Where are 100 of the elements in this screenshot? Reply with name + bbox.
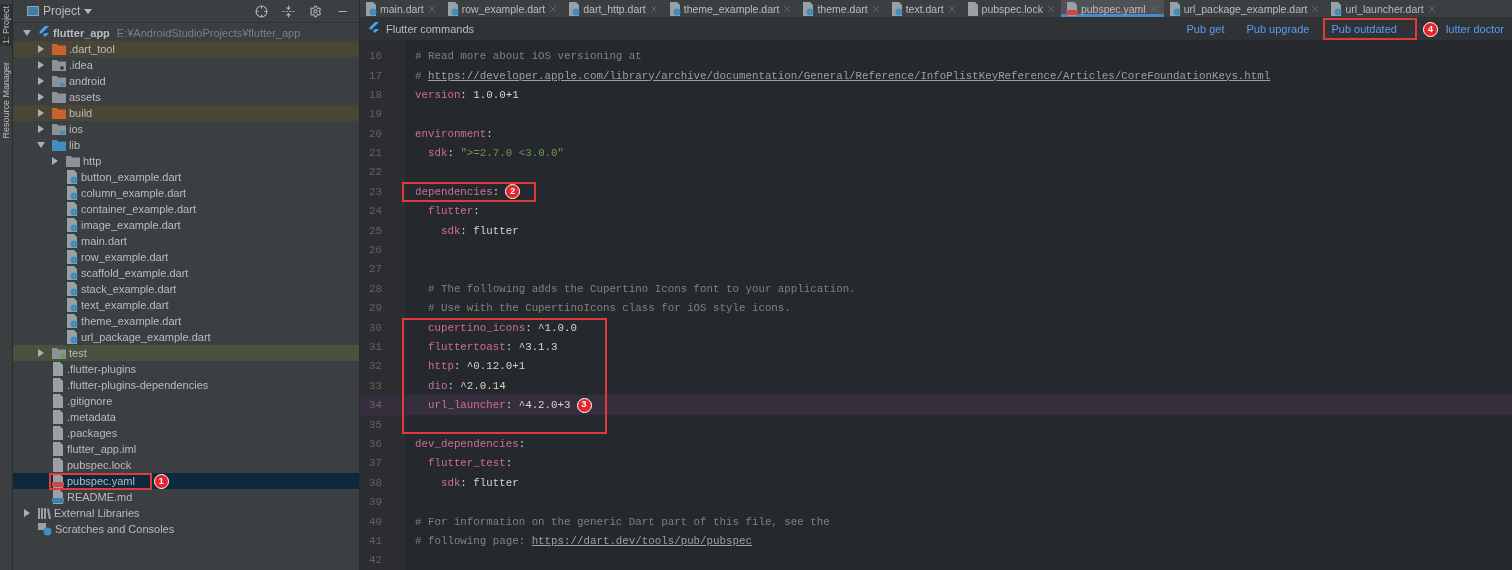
tree-item[interactable]: .gitignore bbox=[13, 393, 359, 409]
tree-item[interactable]: .packages bbox=[13, 425, 359, 441]
code-line: environment: bbox=[415, 127, 493, 140]
editor-tab[interactable]: theme_example.dart bbox=[663, 0, 798, 18]
editor-tab[interactable]: url_launcher.dart bbox=[1325, 0, 1442, 18]
dart-file-icon bbox=[66, 170, 78, 184]
callout-badge: 1 bbox=[153, 473, 169, 489]
file-icon bbox=[52, 410, 64, 424]
tree-item[interactable]: build bbox=[13, 105, 359, 121]
file-icon bbox=[52, 378, 64, 392]
folder-icon bbox=[52, 347, 66, 359]
tree-item[interactable]: .flutter-plugins bbox=[13, 361, 359, 377]
folder-icon bbox=[52, 107, 66, 119]
dropdown-caret-icon bbox=[84, 8, 93, 14]
editor-tab[interactable]: url_package_example.dart bbox=[1163, 0, 1326, 18]
command-link[interactable]: Pub outdated bbox=[1323, 18, 1417, 41]
tree-item[interactable]: lib bbox=[13, 137, 359, 153]
tree-item[interactable]: image_example.dart bbox=[13, 217, 359, 233]
dart-file-icon bbox=[890, 1, 903, 16]
tool-window-tab[interactable]: 1: Project bbox=[0, 4, 12, 47]
folder-icon bbox=[52, 91, 66, 103]
expand-arrow-icon[interactable] bbox=[23, 509, 31, 517]
callout-badge: 4 bbox=[1422, 21, 1438, 37]
tree-item[interactable]: test bbox=[13, 345, 359, 361]
tree-item[interactable]: .flutter-plugins-dependencies bbox=[13, 377, 359, 393]
window-icon bbox=[27, 6, 39, 16]
editor-tab[interactable]: row_example.dart bbox=[441, 0, 564, 18]
dart-file-icon bbox=[802, 1, 815, 16]
command-link[interactable]: Pub upgrade bbox=[1238, 18, 1318, 41]
code-line: # Read more about iOS versioning at bbox=[415, 50, 642, 63]
tree-item[interactable]: ios bbox=[13, 121, 359, 137]
code-line: dio: ^2.0.14 bbox=[426, 379, 506, 392]
expand-arrow-icon[interactable] bbox=[51, 157, 59, 165]
tree-item[interactable]: assets bbox=[13, 89, 359, 105]
collapse-arrow-icon[interactable] bbox=[37, 141, 45, 149]
tree-item[interactable]: .metadata bbox=[13, 409, 359, 425]
tree-item[interactable]: Scratches and Consoles bbox=[13, 521, 359, 537]
tree-item[interactable]: main.dart bbox=[13, 233, 359, 249]
tree-item[interactable]: flutter_app.iml bbox=[13, 441, 359, 457]
dart-file-icon bbox=[1168, 1, 1181, 16]
editor-tab[interactable]: pubspec.lock bbox=[961, 0, 1061, 18]
dart-file-icon bbox=[66, 282, 78, 296]
tree-item[interactable]: flutter_app E:¥AndroidStudioProjects¥flutter_app bbox=[13, 25, 359, 41]
dart-file-icon bbox=[365, 1, 377, 16]
folder-icon bbox=[52, 59, 66, 71]
tree-item[interactable]: android bbox=[13, 73, 359, 89]
folder-icon bbox=[52, 139, 66, 151]
file-icon bbox=[52, 426, 64, 440]
tree-item[interactable]: theme_example.dart bbox=[13, 313, 359, 329]
file-icon bbox=[52, 458, 64, 472]
dart-file-icon bbox=[66, 250, 78, 264]
tree-item[interactable]: README.md bbox=[13, 489, 359, 505]
collapse-arrow-icon[interactable] bbox=[23, 29, 31, 37]
tool-window-tab[interactable]: Resource Manager bbox=[0, 60, 12, 141]
tree-item[interactable]: button_example.dart bbox=[13, 169, 359, 185]
tree-item[interactable]: scaffold_example.dart bbox=[13, 265, 359, 281]
tree-item[interactable]: url_package_example.dart bbox=[13, 329, 359, 345]
callout-badge: 3 bbox=[576, 397, 592, 413]
view-selector[interactable]: Project bbox=[27, 4, 93, 18]
command-link[interactable]: Pub get bbox=[1178, 18, 1233, 41]
tree-item[interactable]: container_example.dart bbox=[13, 201, 359, 217]
dart-file-icon bbox=[66, 202, 78, 216]
dart-file-icon bbox=[446, 1, 459, 16]
code-line: flutter_test: bbox=[426, 457, 513, 470]
file-icon bbox=[52, 394, 64, 408]
markdown-file-icon bbox=[52, 490, 64, 504]
dart-file-icon bbox=[66, 330, 78, 344]
yaml-file-icon bbox=[52, 474, 64, 488]
code-line: # Use with the CupertinoIcons class for iOS style icons. bbox=[426, 302, 791, 315]
tree-item[interactable]: pubspec.yaml 1 bbox=[13, 473, 359, 489]
dart-file-icon bbox=[668, 1, 681, 16]
project-path: E:¥AndroidStudioProjects¥flutter_app bbox=[116, 27, 301, 39]
scratches-icon bbox=[38, 522, 52, 536]
file-icon bbox=[966, 1, 979, 16]
dart-file-icon bbox=[568, 1, 581, 16]
tree-item[interactable]: text_example.dart bbox=[13, 297, 359, 313]
editor-tab[interactable]: pubspec.yaml bbox=[1060, 0, 1164, 18]
expand-arrow-icon[interactable] bbox=[37, 349, 45, 357]
tree-item[interactable]: .idea bbox=[13, 57, 359, 73]
tree-item[interactable]: pubspec.lock bbox=[13, 457, 359, 473]
tree-item[interactable]: .dart_tool bbox=[13, 41, 359, 57]
editor-tab[interactable]: dart_http.dart bbox=[563, 0, 664, 18]
tree-item[interactable]: stack_example.dart bbox=[13, 281, 359, 297]
command-link[interactable]: lutter doctor bbox=[1437, 18, 1512, 41]
dart-file-icon bbox=[66, 298, 78, 312]
dart-file-icon bbox=[66, 186, 78, 200]
dart-file-icon bbox=[66, 218, 78, 232]
code-line: # following page: https://dart.dev/tools/pub/pubspec bbox=[415, 534, 752, 547]
tree-item[interactable]: http bbox=[13, 153, 359, 169]
code-line: dependencies: bbox=[415, 185, 500, 198]
code-line: version: 1.0.0+1 bbox=[415, 88, 519, 101]
editor-tab[interactable]: text.dart bbox=[885, 0, 962, 18]
tree-item[interactable]: row_example.dart bbox=[13, 249, 359, 265]
code-line: url_launcher: ^4.2.0+3 bbox=[426, 399, 571, 412]
tree-item[interactable]: column_example.dart bbox=[13, 185, 359, 201]
folder-icon bbox=[52, 123, 66, 135]
editor-tab[interactable]: main.dart bbox=[360, 0, 442, 18]
tree-item[interactable]: External Libraries bbox=[13, 505, 359, 521]
dart-file-icon bbox=[66, 266, 78, 280]
editor-tab[interactable]: theme.dart bbox=[797, 0, 886, 18]
